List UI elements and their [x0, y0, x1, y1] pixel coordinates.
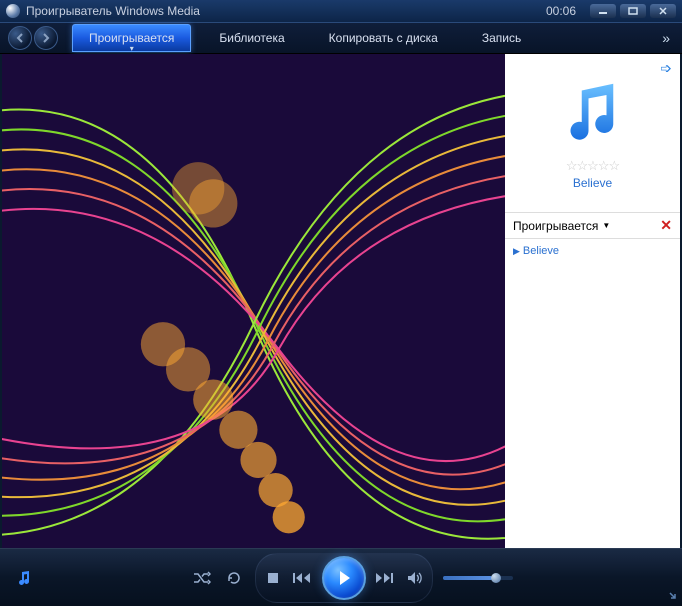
playlist-item-label: Believe — [523, 245, 559, 257]
album-art-area: ➩ ☆☆☆☆☆ Believe — [505, 54, 680, 212]
play-pause-button[interactable] — [322, 556, 366, 600]
previous-button[interactable] — [292, 567, 314, 589]
back-button[interactable] — [8, 26, 32, 50]
tab-now-playing[interactable]: Проигрывается ▾ — [72, 24, 191, 52]
rating-stars[interactable]: ☆☆☆☆☆ — [566, 158, 619, 174]
chevron-down-icon: ▾ — [130, 44, 134, 53]
playback-controls — [0, 548, 682, 606]
compact-mode-button[interactable] — [664, 587, 676, 602]
playlist-header[interactable]: Проигрывается ▼ ✕ — [505, 212, 680, 239]
visualization-pane[interactable] — [2, 54, 505, 548]
track-title[interactable]: Believe — [573, 176, 612, 190]
close-button[interactable] — [650, 4, 676, 18]
nav-bar: Проигрывается ▾ Библиотека Копировать с … — [0, 22, 682, 54]
transport-group — [255, 553, 433, 603]
playlist: ▶ Believe — [505, 239, 680, 548]
now-playing-sidebar: ➩ ☆☆☆☆☆ Believe Проигрывается ▼ ✕ — [505, 54, 680, 548]
expand-arrow-icon[interactable]: ➩ — [660, 60, 672, 77]
playlist-header-label: Проигрывается — [513, 219, 598, 233]
playlist-item[interactable]: ▶ Believe — [513, 245, 672, 257]
clear-playlist-button[interactable]: ✕ — [660, 217, 672, 234]
volume-thumb[interactable] — [491, 573, 501, 583]
forward-button[interactable] — [34, 26, 58, 50]
main-area: ➩ ☆☆☆☆☆ Believe Проигрывается ▼ ✕ — [0, 54, 682, 548]
minimize-button[interactable] — [590, 4, 616, 18]
app-icon — [6, 4, 20, 18]
tab-label: Копировать с диска — [329, 31, 438, 45]
stop-button[interactable] — [262, 567, 284, 589]
tab-burn[interactable]: Запись — [466, 25, 537, 51]
tab-rip[interactable]: Копировать с диска — [313, 25, 454, 51]
tab-label: Запись — [482, 31, 521, 45]
next-button[interactable] — [374, 567, 396, 589]
mute-button[interactable] — [404, 567, 426, 589]
tabs-overflow-button[interactable]: » — [658, 26, 674, 50]
volume-fill — [443, 576, 492, 580]
tab-label: Проигрывается — [89, 31, 174, 45]
now-playing-marker-icon: ▶ — [513, 246, 520, 257]
tab-library[interactable]: Библиотека — [203, 25, 300, 51]
elapsed-time: 00:06 — [546, 4, 576, 18]
shuffle-button[interactable] — [191, 567, 213, 589]
window-title: Проигрыватель Windows Media — [26, 4, 546, 18]
volume-slider[interactable] — [443, 576, 513, 580]
chevron-down-icon: ▼ — [602, 221, 610, 230]
title-bar: Проигрыватель Windows Media 00:06 — [0, 0, 682, 22]
repeat-button[interactable] — [223, 567, 245, 589]
tab-label: Библиотека — [219, 31, 284, 45]
music-note-icon — [557, 77, 629, 154]
now-playing-icon[interactable] — [14, 567, 36, 589]
maximize-button[interactable] — [620, 4, 646, 18]
